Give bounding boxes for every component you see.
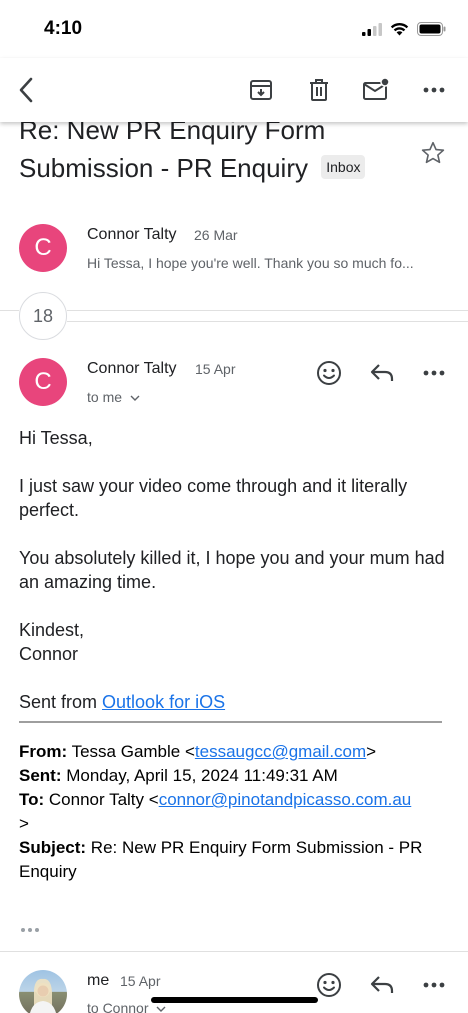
status-time: 4:10 (44, 18, 83, 39)
mark-unread-icon (363, 78, 390, 100)
quoted-to-label: To: (19, 790, 45, 809)
signal-icon (362, 22, 382, 36)
quoted-sent-value: Monday, April 15, 2024 11:49:31 AM (61, 766, 338, 785)
quoted-from-email-link[interactable]: tessaugcc@gmail.com (195, 742, 366, 761)
sender-name: Connor Talty (87, 360, 177, 377)
message-more-button[interactable] (417, 968, 451, 1002)
signoff: Kindest, Connor (19, 618, 449, 666)
thread-subject: Re: New PR Enquiry Form Submission - PR … (19, 111, 409, 187)
message-more-button[interactable] (417, 356, 451, 390)
recipient-text: to Connor (87, 1000, 149, 1013)
sender-name: me (87, 972, 110, 989)
reply-button[interactable] (365, 356, 399, 390)
quoted-from-name: Tessa Gamble < (67, 742, 195, 761)
signoff-line: Connor (19, 644, 79, 664)
more-icon (423, 370, 445, 376)
divider (0, 310, 19, 311)
more-options-button[interactable] (418, 74, 450, 106)
quoted-from-close: > (366, 742, 377, 761)
emoji-icon (317, 973, 341, 997)
more-icon (423, 87, 445, 93)
battery-icon (417, 22, 446, 36)
divider (67, 310, 468, 311)
sent-from-line: Sent from Outlook for iOS (19, 690, 449, 714)
divider (0, 951, 468, 952)
quoted-to-name: Connor Talty < (44, 790, 159, 809)
avatar: C (19, 224, 67, 272)
body-paragraph: I just saw your video come through and i… (19, 476, 408, 520)
quoted-from-label: From: (19, 742, 68, 761)
quoted-from: From: Tessa Gamble <tessaugcc@gmail.com> (19, 740, 449, 764)
message-date: 15 Apr (120, 973, 161, 989)
message-snippet: Hi Tessa, I hope you're well. Thank you … (87, 255, 414, 271)
archive-icon (250, 80, 272, 100)
quoted-subject: Subject: Re: New PR Enquiry Form Submiss… (19, 836, 449, 884)
signoff-line: Kindest, (19, 620, 85, 640)
quoted-subject-label: Subject: (19, 838, 87, 857)
greeting: Hi Tessa, (19, 428, 93, 448)
quoted-header: From: Tessa Gamble <tessaugcc@gmail.com>… (19, 740, 449, 884)
collapsed-messages-count[interactable]: 18 (19, 292, 67, 340)
delete-button[interactable] (303, 74, 335, 106)
quoted-sent-label: Sent: (19, 766, 62, 785)
back-button[interactable] (10, 74, 42, 106)
sender-name: Connor Talty (87, 226, 177, 243)
chevron-down-icon (130, 395, 140, 401)
wifi-icon (390, 22, 409, 36)
quoted-to-close: > (19, 814, 29, 833)
trash-icon (310, 79, 328, 101)
avatar: C (19, 358, 67, 406)
subject-text: Re: New PR Enquiry Form Submission - PR … (19, 115, 326, 183)
status-bar: 4:10 (0, 0, 468, 58)
emoji-icon (317, 361, 341, 385)
star-button[interactable] (420, 140, 446, 171)
emoji-reaction-button[interactable] (312, 356, 346, 390)
divider (67, 321, 468, 322)
outlook-link[interactable]: Outlook for iOS (102, 692, 225, 712)
recipient-text: to me (87, 389, 123, 405)
toolbar (0, 58, 468, 122)
inbox-label-badge[interactable]: Inbox (321, 155, 366, 179)
more-icon (423, 982, 445, 988)
more-icon (21, 928, 39, 932)
reply-icon (370, 976, 394, 993)
status-icons (362, 22, 446, 36)
reply-button[interactable] (365, 968, 399, 1002)
show-trimmed-content-button[interactable] (20, 920, 42, 938)
body-paragraph: You absolutely killed it, I hope you and… (19, 548, 445, 592)
home-indicator[interactable] (151, 997, 318, 1003)
quoted-sent: Sent: Monday, April 15, 2024 11:49:31 AM (19, 764, 449, 788)
sent-from-text: Sent from (19, 692, 103, 712)
back-icon (19, 77, 33, 103)
avatar (19, 970, 67, 1013)
message-date: 15 Apr (195, 361, 236, 377)
reply-icon (370, 364, 394, 381)
star-icon (421, 141, 445, 164)
message-date: 26 Mar (194, 227, 238, 243)
profile-photo (30, 978, 56, 1013)
mark-unread-button[interactable] (360, 74, 392, 106)
recipient-details-toggle[interactable]: to me (87, 389, 140, 405)
quoted-to: To: Connor Talty <connor@pinotandpicasso… (19, 788, 449, 836)
message-body: Hi Tessa, I just saw your video come thr… (19, 426, 449, 738)
quoted-to-email-link[interactable]: connor@pinotandpicasso.com.au (159, 790, 412, 809)
quote-divider (19, 721, 442, 723)
archive-button[interactable] (245, 74, 277, 106)
chevron-down-icon (156, 1006, 166, 1012)
